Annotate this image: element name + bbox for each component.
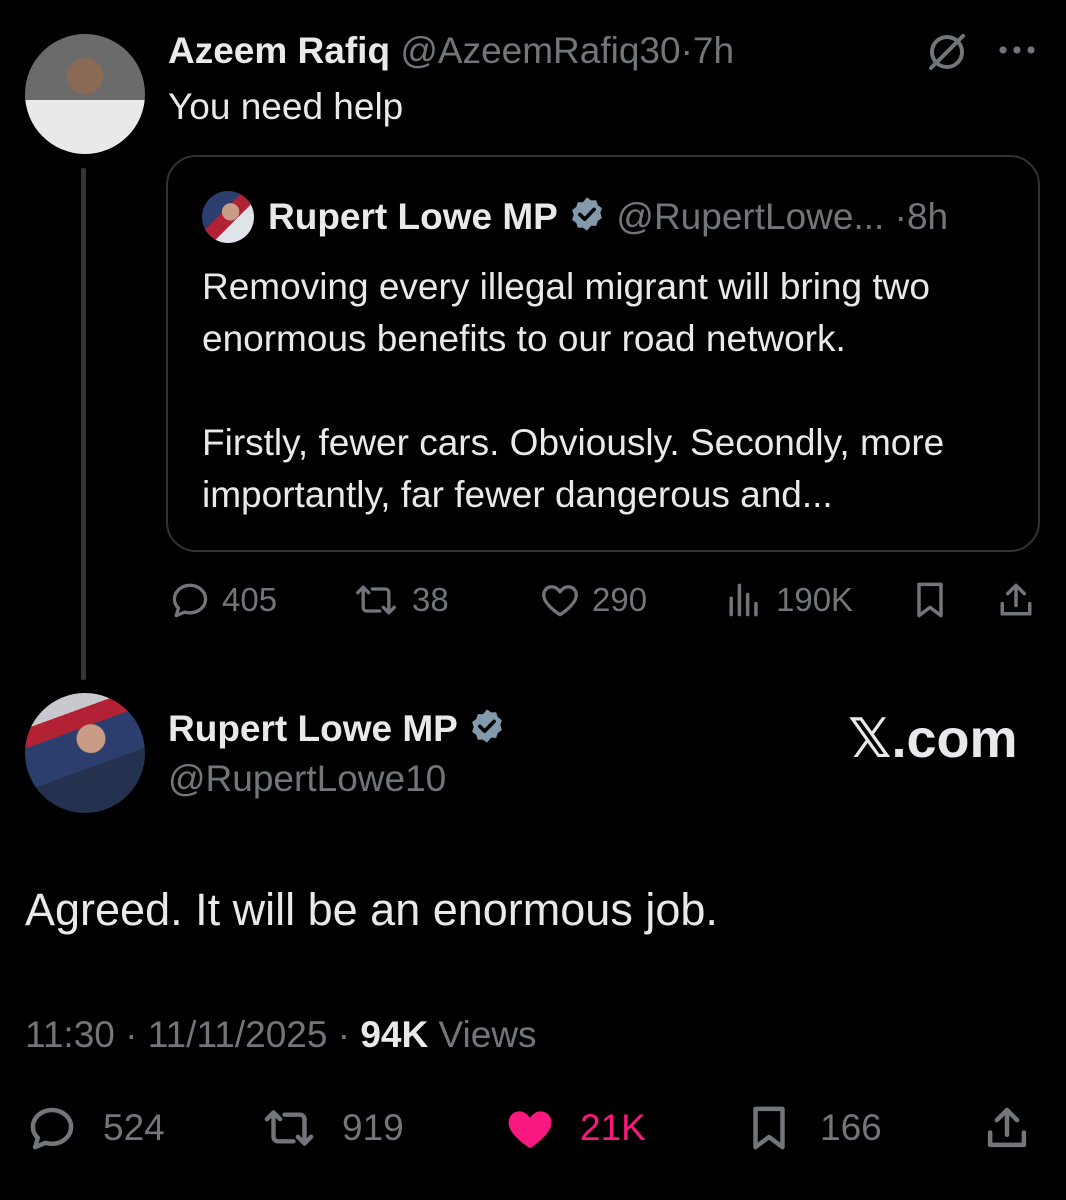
main-reply-button[interactable]: 524 bbox=[25, 1101, 165, 1155]
parent-share-button[interactable] bbox=[994, 578, 1038, 622]
verified-badge-icon bbox=[468, 707, 506, 756]
parent-handle[interactable]: @AzeemRafiq30 bbox=[400, 30, 680, 71]
thread-line bbox=[81, 168, 86, 680]
parent-views-count: 190K bbox=[776, 581, 854, 618]
meta-dot: · bbox=[337, 1014, 351, 1055]
quoted-time: 8h bbox=[906, 196, 949, 237]
parent-display-name[interactable]: Azeem Rafiq bbox=[168, 30, 390, 71]
main-bookmark-count: 166 bbox=[820, 1107, 882, 1148]
more-icon[interactable] bbox=[995, 40, 1039, 60]
parent-like-button[interactable]: 290 bbox=[538, 578, 647, 622]
main-like-count: 21K bbox=[580, 1107, 646, 1148]
repost-icon bbox=[258, 1101, 320, 1155]
repost-icon bbox=[350, 578, 402, 622]
views-icon bbox=[722, 578, 766, 622]
bookmark-icon bbox=[742, 1101, 796, 1155]
quoted-avatar bbox=[202, 191, 254, 243]
parent-repost-count: 38 bbox=[412, 581, 449, 618]
avatar-azeem-rafiq[interactable] bbox=[25, 34, 145, 154]
parent-views-button[interactable]: 190K bbox=[722, 578, 853, 622]
parent-tweet-header: Azeem Rafiq @AzeemRafiq30·7h bbox=[168, 28, 734, 74]
parent-separator: · bbox=[680, 30, 693, 71]
main-views-count[interactable]: 94K bbox=[360, 1014, 428, 1055]
main-display-name-row: Rupert Lowe MP bbox=[168, 706, 506, 756]
main-tweet-text: Agreed. It will be an enormous job. bbox=[25, 884, 718, 935]
parent-tweet-text: You need help bbox=[168, 86, 404, 127]
main-views-label: Views bbox=[438, 1014, 537, 1055]
share-icon bbox=[994, 578, 1038, 622]
verified-badge-icon bbox=[568, 195, 606, 244]
like-icon bbox=[538, 578, 582, 622]
reply-icon bbox=[168, 578, 212, 622]
main-like-button[interactable]: 21K bbox=[502, 1101, 646, 1155]
quoted-paragraph-2: Firstly, fewer cars. Obviously. Secondly… bbox=[202, 422, 945, 515]
main-share-button[interactable] bbox=[980, 1101, 1034, 1155]
main-bookmark-button[interactable]: 166 bbox=[742, 1101, 882, 1155]
main-repost-count: 919 bbox=[342, 1107, 404, 1148]
main-date[interactable]: 11/11/2025 bbox=[148, 1014, 328, 1055]
bookmark-icon bbox=[908, 578, 952, 622]
main-repost-button[interactable]: 919 bbox=[258, 1101, 404, 1155]
quoted-header: Rupert Lowe MP @RupertLowe... ·8h bbox=[268, 194, 948, 244]
reply-icon bbox=[25, 1101, 79, 1155]
parent-like-count: 290 bbox=[592, 581, 648, 618]
main-handle[interactable]: @RupertLowe10 bbox=[168, 756, 446, 802]
like-icon bbox=[502, 1101, 558, 1155]
parent-repost-button[interactable]: 38 bbox=[350, 578, 449, 622]
parent-reply-count: 405 bbox=[222, 581, 278, 618]
main-reply-count: 524 bbox=[103, 1107, 165, 1148]
quoted-separator: · bbox=[894, 196, 907, 237]
x-com-watermark: 𝕏.com bbox=[848, 709, 1018, 769]
parent-time[interactable]: 7h bbox=[693, 30, 734, 71]
quoted-display-name: Rupert Lowe MP bbox=[268, 196, 558, 237]
main-tweet-meta: 11:30 · 11/11/2025 · 94K Views bbox=[25, 1012, 537, 1058]
main-time[interactable]: 11:30 bbox=[25, 1014, 115, 1055]
parent-reply-button[interactable]: 405 bbox=[168, 578, 277, 622]
grok-icon[interactable] bbox=[925, 30, 969, 74]
meta-dot: · bbox=[125, 1014, 138, 1055]
quoted-handle: @RupertLowe... bbox=[616, 196, 885, 237]
parent-bookmark-button[interactable] bbox=[908, 578, 952, 622]
main-display-name[interactable]: Rupert Lowe MP bbox=[168, 708, 458, 749]
avatar-rupert-lowe[interactable] bbox=[25, 693, 145, 813]
quoted-paragraph-1: Removing every illegal migrant will brin… bbox=[202, 266, 930, 359]
share-icon bbox=[980, 1101, 1034, 1155]
